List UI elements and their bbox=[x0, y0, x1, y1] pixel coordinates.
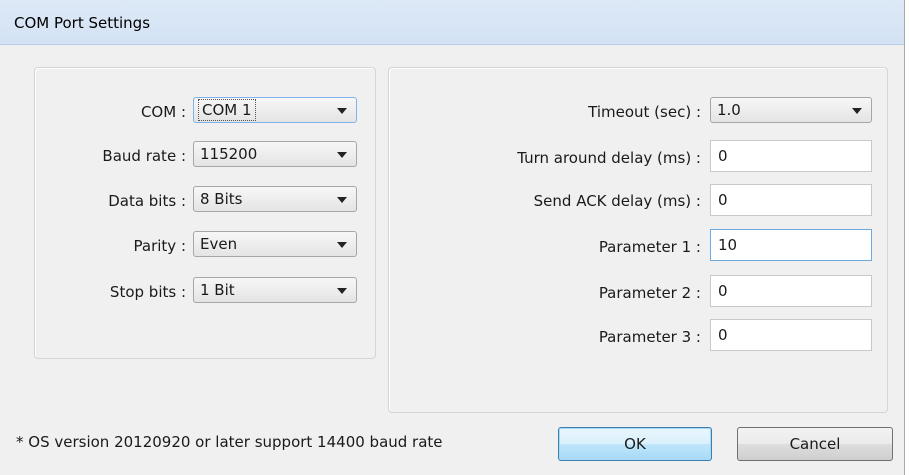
window-title: COM Port Settings bbox=[14, 14, 151, 32]
parameter-3-value: 0 bbox=[718, 326, 728, 344]
timeout-label: Timeout (sec) : bbox=[588, 103, 701, 121]
data-bits-select[interactable]: 8 Bits bbox=[193, 186, 357, 212]
send-ack-delay-input[interactable]: 0 bbox=[710, 184, 872, 216]
chevron-down-icon bbox=[337, 242, 347, 248]
chevron-down-icon bbox=[337, 288, 347, 294]
parameter-1-value: 10 bbox=[718, 236, 738, 254]
send-ack-delay-value: 0 bbox=[718, 191, 728, 209]
parameter-1-label: Parameter 1 : bbox=[598, 238, 701, 256]
parameter-2-input[interactable]: 0 bbox=[710, 275, 872, 307]
chevron-down-icon bbox=[852, 108, 862, 114]
parameter-2-label: Parameter 2 : bbox=[598, 284, 701, 302]
stop-bits-value: 1 Bit bbox=[200, 281, 235, 299]
com-select[interactable]: COM 1 bbox=[193, 97, 357, 123]
timeout-select[interactable]: 1.0 bbox=[710, 97, 872, 123]
parameter-2-value: 0 bbox=[718, 282, 728, 300]
baud-rate-select[interactable]: 115200 bbox=[193, 141, 357, 167]
parameter-3-label: Parameter 3 : bbox=[598, 328, 701, 346]
com-port-settings-dialog: COM Port Settings COM : COM 1 Baud rate … bbox=[0, 0, 905, 475]
parity-select[interactable]: Even bbox=[193, 231, 357, 257]
baud-rate-value: 115200 bbox=[200, 145, 258, 163]
stop-bits-label: Stop bits : bbox=[109, 283, 186, 301]
parameter-3-input[interactable]: 0 bbox=[710, 319, 872, 351]
chevron-down-icon bbox=[337, 152, 347, 158]
parity-value: Even bbox=[200, 235, 238, 253]
parameter-1-input[interactable]: 10 bbox=[710, 229, 872, 261]
data-bits-value: 8 Bits bbox=[200, 190, 243, 208]
title-bar[interactable]: COM Port Settings bbox=[0, 0, 904, 45]
stop-bits-select[interactable]: 1 Bit bbox=[193, 277, 357, 303]
baud-rate-label: Baud rate : bbox=[102, 147, 186, 165]
send-ack-delay-label: Send ACK delay (ms) : bbox=[533, 192, 701, 210]
cancel-button[interactable]: Cancel bbox=[737, 427, 893, 461]
com-label: COM : bbox=[140, 103, 186, 121]
ok-button[interactable]: OK bbox=[558, 427, 712, 461]
chevron-down-icon bbox=[337, 108, 347, 114]
turn-around-delay-value: 0 bbox=[718, 147, 728, 165]
timeout-value: 1.0 bbox=[717, 101, 741, 119]
data-bits-label: Data bits : bbox=[108, 192, 186, 210]
parity-label: Parity : bbox=[133, 237, 186, 255]
turn-around-delay-input[interactable]: 0 bbox=[710, 140, 872, 172]
com-value: COM 1 bbox=[198, 99, 256, 121]
baud-rate-support-note: * OS version 20120920 or later support 1… bbox=[16, 433, 443, 451]
chevron-down-icon bbox=[337, 197, 347, 203]
turn-around-delay-label: Turn around delay (ms) : bbox=[517, 149, 701, 167]
